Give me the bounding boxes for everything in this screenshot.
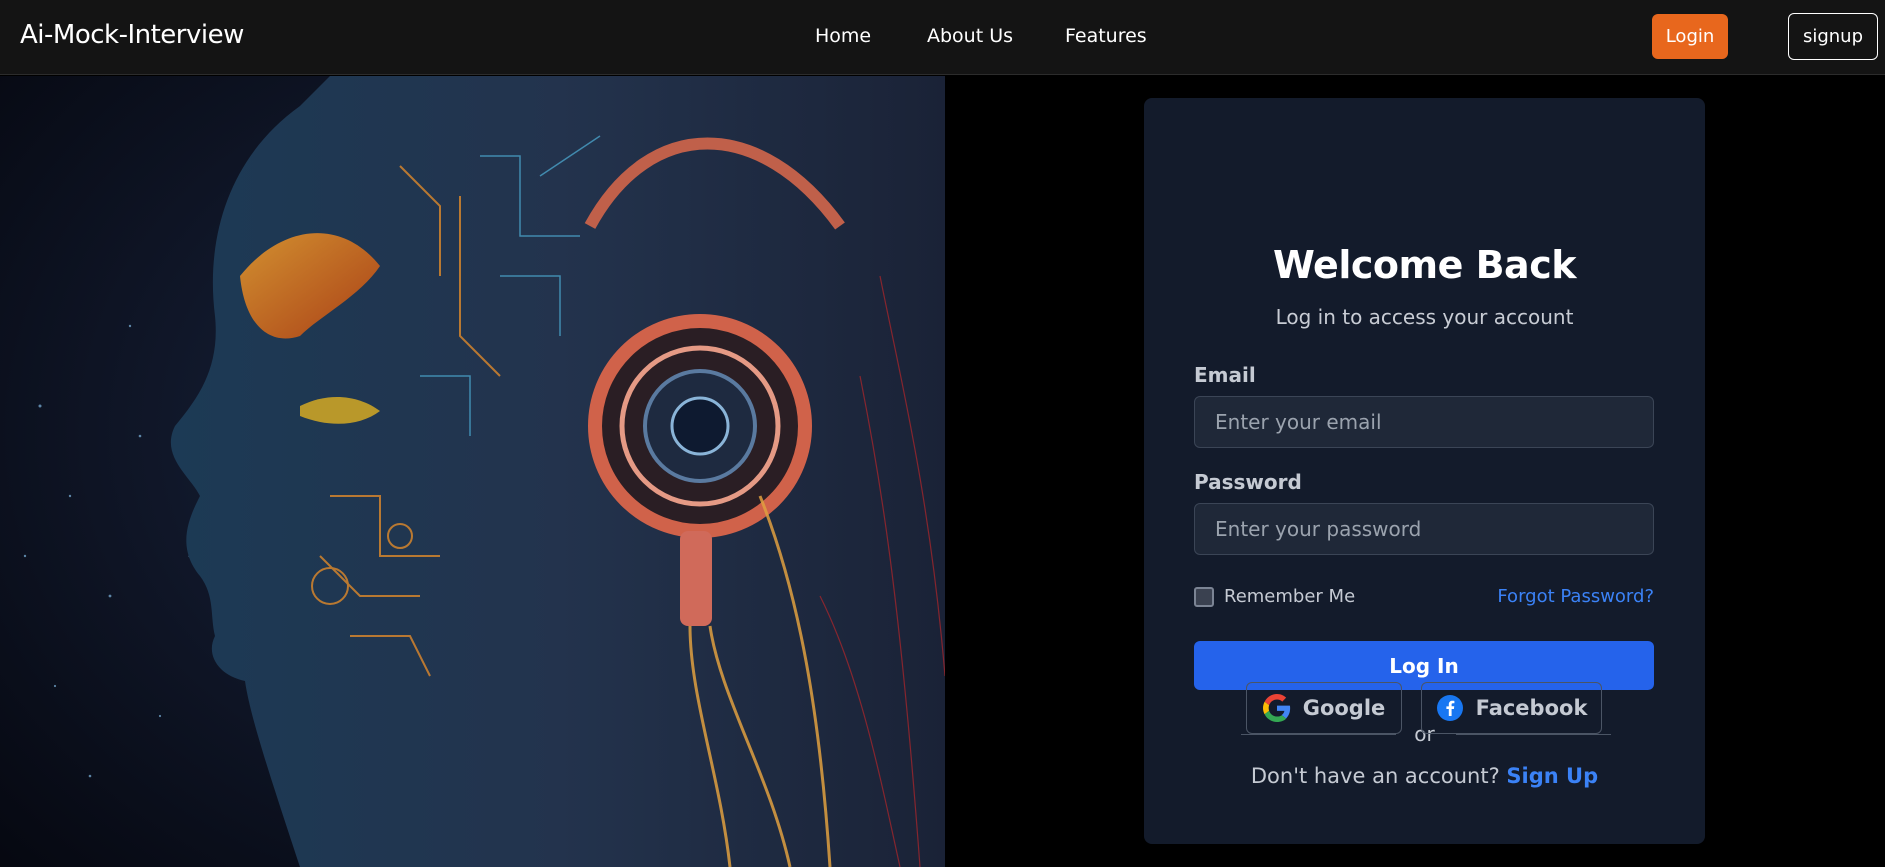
login-subtitle: Log in to access your account [1275,305,1574,329]
google-icon [1262,694,1291,722]
ai-head-illustration [0,76,950,867]
top-navbar: Ai-Mock-Interview Home About Us Features… [0,0,1885,75]
google-login-button[interactable]: Google [1246,682,1402,734]
nav-features-link[interactable]: Features [1065,25,1147,47]
facebook-login-button[interactable]: Facebook [1421,682,1602,734]
password-field[interactable] [1194,503,1654,555]
google-label: Google [1302,696,1386,720]
remember-me-label[interactable]: Remember Me [1224,586,1355,607]
password-label: Password [1194,470,1302,494]
signup-prompt-row: Don't have an account? Sign Up [1144,764,1705,788]
email-field[interactable] [1194,396,1654,448]
nav-signup-button[interactable]: signup [1788,13,1878,60]
forgot-password-link[interactable]: Forgot Password? [1497,586,1654,607]
remember-me-checkbox[interactable] [1194,586,1214,607]
facebook-label: Facebook [1475,696,1588,720]
signup-prompt-text: Don't have an account? [1250,764,1500,788]
signup-link[interactable]: Sign Up [1506,764,1598,788]
login-title: Welcome Back [1273,243,1577,287]
email-label: Email [1194,363,1256,387]
brand-logo[interactable]: Ai-Mock-Interview [20,20,244,50]
nav-home-link[interactable]: Home [815,25,871,47]
remember-me: Remember Me [1194,586,1355,607]
facebook-icon [1436,694,1464,722]
nav-login-button[interactable]: Login [1652,14,1728,59]
login-card: Welcome Back Log in to access your accou… [1144,98,1705,844]
nav-about-link[interactable]: About Us [927,25,1013,47]
hero-illustration [0,76,950,867]
